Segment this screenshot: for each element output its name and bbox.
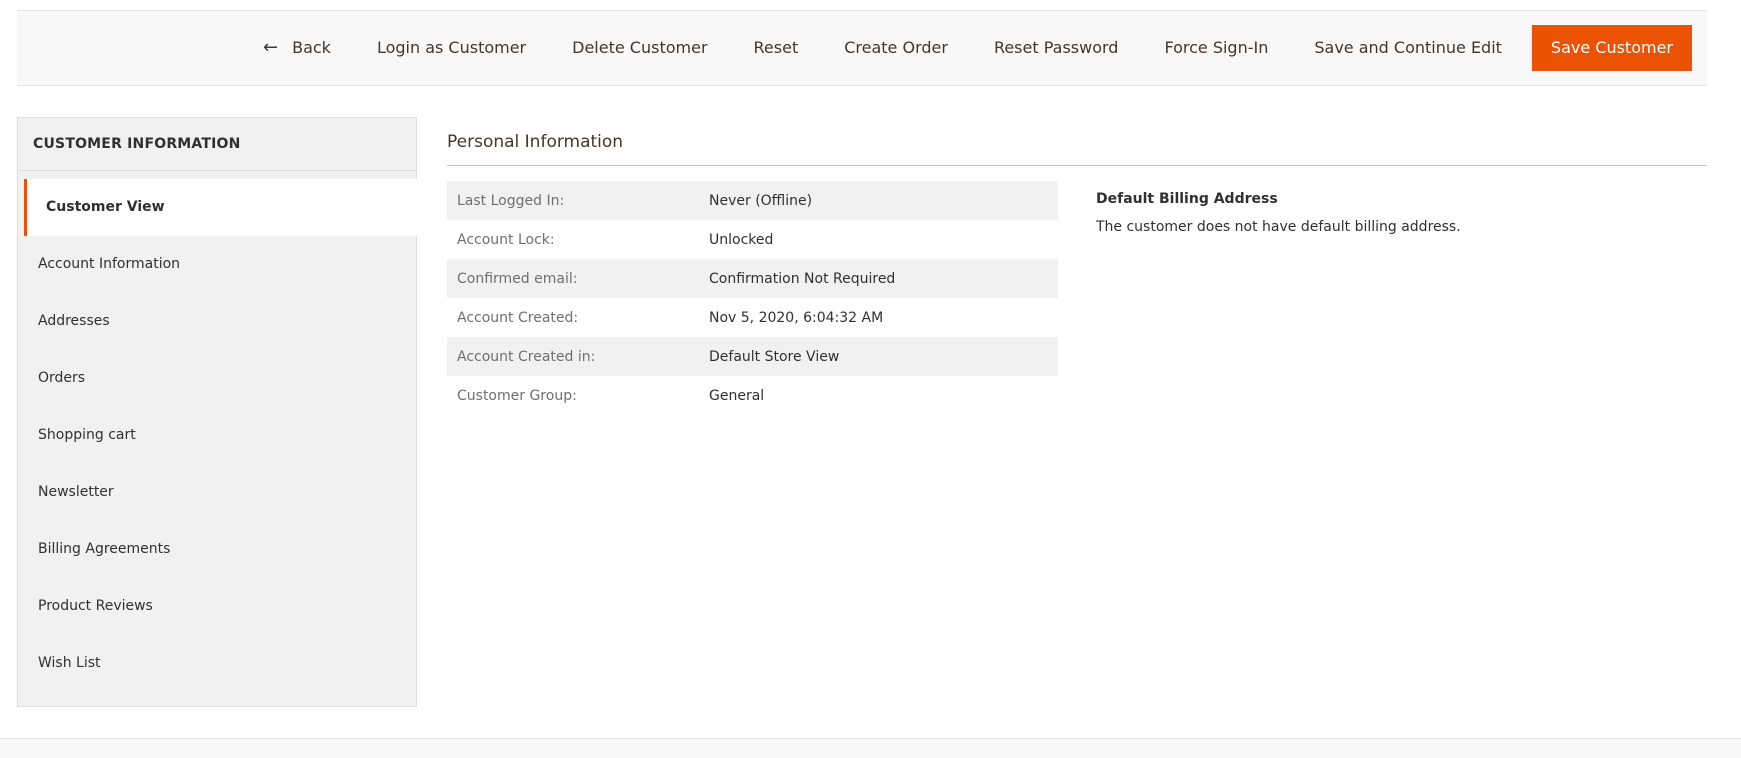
sidebar-item-shopping-cart[interactable]: Shopping cart [18, 407, 416, 464]
table-row: Last Logged In: Never (Offline) [447, 181, 1058, 220]
info-value: Nov 5, 2020, 6:04:32 AM [709, 309, 884, 326]
info-value: Confirmation Not Required [709, 270, 896, 287]
footer-divider [0, 738, 1741, 758]
sidebar-item-billing-agreements[interactable]: Billing Agreements [18, 521, 416, 578]
sidebar-item-account-information[interactable]: Account Information [18, 236, 416, 293]
info-label: Customer Group: [457, 387, 577, 404]
sidebar-item-orders[interactable]: Orders [18, 350, 416, 407]
info-label: Account Lock: [457, 231, 555, 248]
table-row: Account Lock: Unlocked [447, 220, 1058, 259]
reset-password-button[interactable]: Reset Password [971, 25, 1142, 71]
sidebar-item-addresses[interactable]: Addresses [18, 293, 416, 350]
sidebar-item-customer-view[interactable]: Customer View [24, 179, 424, 236]
info-label: Last Logged In: [457, 192, 565, 209]
info-label: Confirmed email: [457, 270, 578, 287]
info-value: Default Store View [709, 348, 840, 365]
login-as-customer-button[interactable]: Login as Customer [354, 25, 549, 71]
info-value: Never (Offline) [709, 192, 813, 209]
arrow-left-icon: ← [263, 37, 279, 58]
personal-info-table: Last Logged In: Never (Offline) Account … [447, 181, 1058, 415]
table-row: Account Created in: Default Store View [447, 337, 1058, 376]
save-customer-button[interactable]: Save Customer [1531, 25, 1692, 71]
create-order-button[interactable]: Create Order [821, 25, 971, 71]
billing-address-title: Default Billing Address [1096, 191, 1278, 207]
back-button[interactable]: ← Back [240, 25, 354, 71]
default-billing-address: Default Billing Address The customer doe… [1096, 191, 1696, 235]
info-label: Account Created: [457, 309, 579, 326]
info-value: General [709, 387, 765, 404]
top-strip [0, 0, 1741, 10]
sidebar-title: CUSTOMER INFORMATION [18, 118, 416, 171]
sidebar-item-newsletter[interactable]: Newsletter [18, 464, 416, 521]
info-value: Unlocked [709, 231, 774, 248]
main-content: Personal Information Last Logged In: Nev… [447, 117, 1707, 404]
force-sign-in-button[interactable]: Force Sign-In [1141, 25, 1291, 71]
delete-customer-button[interactable]: Delete Customer [549, 25, 730, 71]
sidebar-item-wish-list[interactable]: Wish List [18, 635, 416, 692]
reset-button[interactable]: Reset [731, 25, 822, 71]
table-row: Account Created: Nov 5, 2020, 6:04:32 AM [447, 298, 1058, 337]
page-actions-toolbar: ← Back Login as Customer Delete Customer… [17, 10, 1707, 86]
customer-info-sidebar: CUSTOMER INFORMATION Customer View Accou… [17, 117, 424, 707]
sidebar-item-product-reviews[interactable]: Product Reviews [18, 578, 416, 635]
info-label: Account Created in: [457, 348, 596, 365]
section-title-personal-information: Personal Information [447, 117, 1707, 166]
table-row: Customer Group: General [447, 376, 1058, 415]
save-and-continue-edit-button[interactable]: Save and Continue Edit [1291, 25, 1525, 71]
table-row: Confirmed email: Confirmation Not Requir… [447, 259, 1058, 298]
back-button-label: Back [292, 38, 331, 57]
billing-address-text: The customer does not have default billi… [1096, 219, 1461, 235]
